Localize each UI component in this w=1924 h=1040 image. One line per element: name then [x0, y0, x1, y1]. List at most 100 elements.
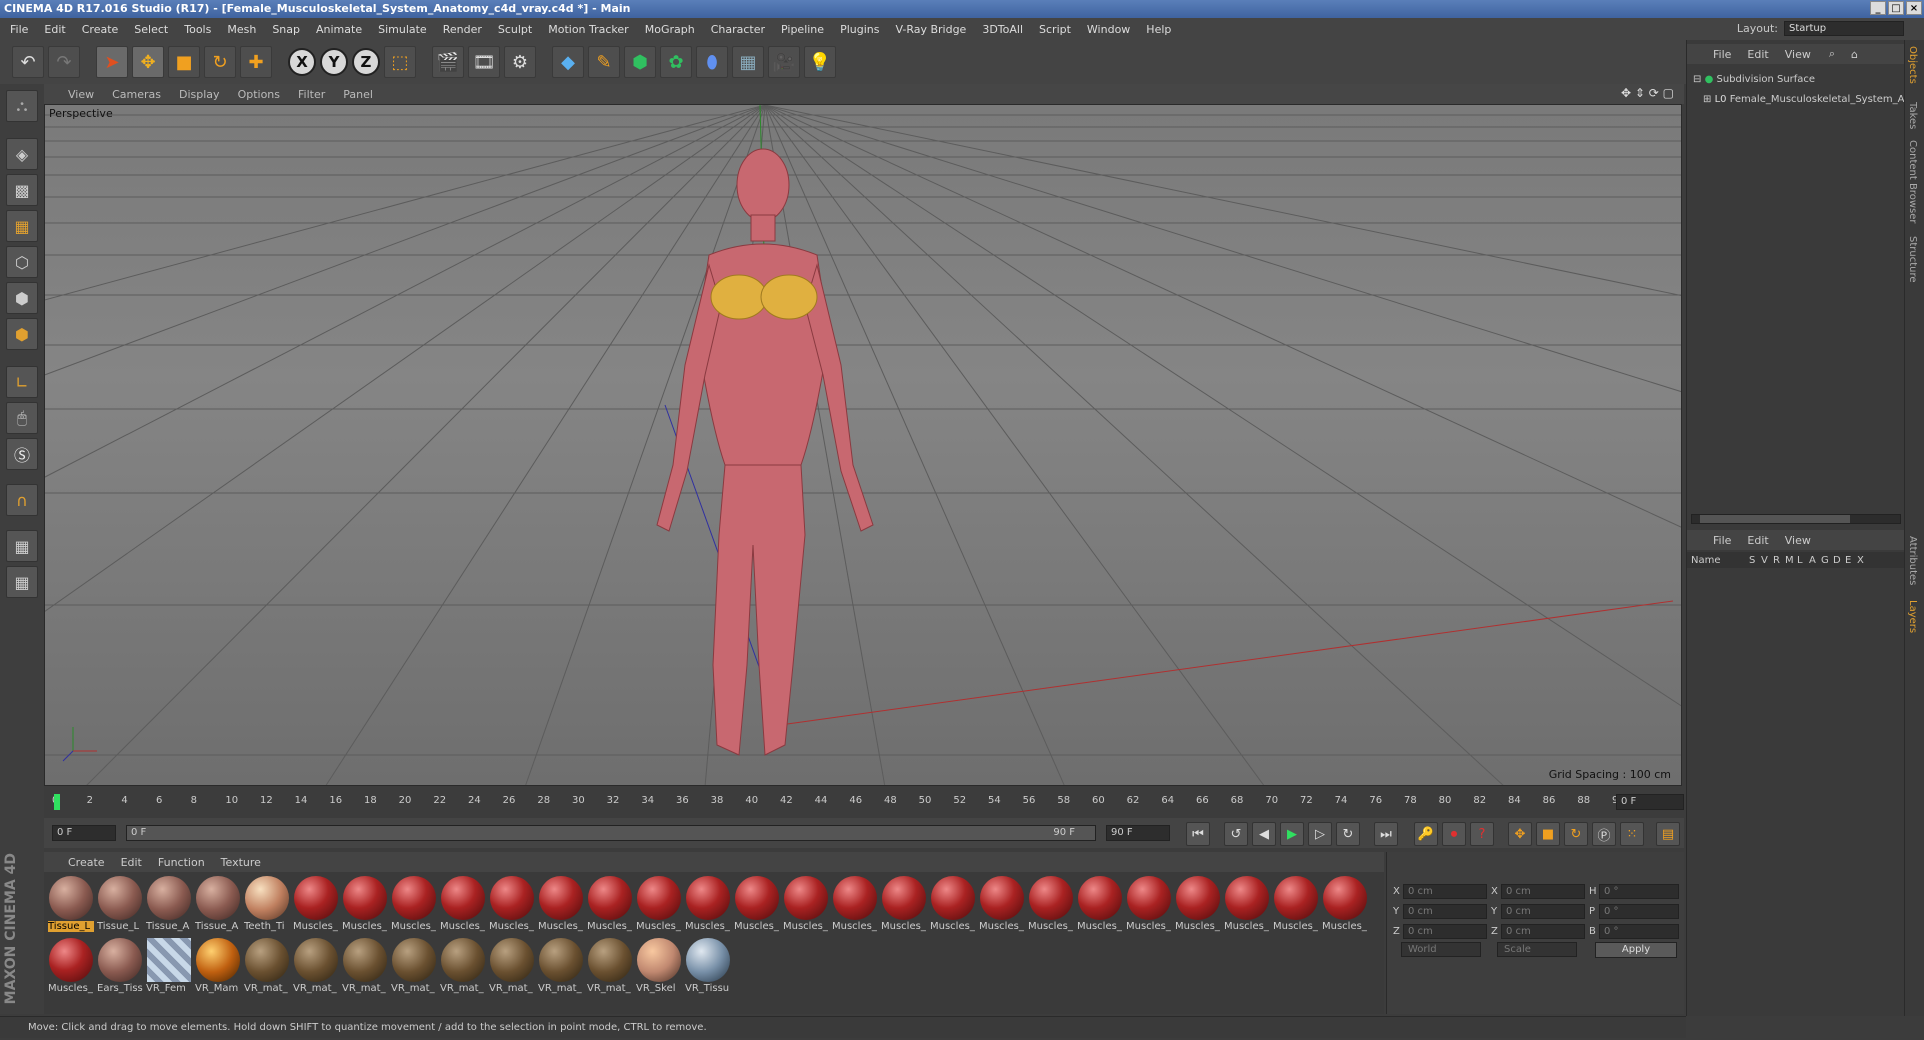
- pos-z-field[interactable]: 0 cm: [1403, 924, 1487, 939]
- light-button[interactable]: 💡: [804, 46, 836, 78]
- polygons-mode-button[interactable]: ⬢: [6, 318, 38, 350]
- viewport-menu-options[interactable]: Options: [238, 88, 280, 101]
- material-thumbnail[interactable]: Muscles_: [342, 876, 388, 934]
- viewport-nav-icons[interactable]: ✥ ⇕ ⟳ ▢: [1621, 86, 1674, 100]
- texture-mode-button[interactable]: ▩: [6, 174, 38, 206]
- objects-search-icon[interactable]: ⌕: [1829, 47, 1835, 61]
- layer-flag-x[interactable]: X: [1857, 555, 1869, 566]
- material-thumbnail[interactable]: Muscles_: [1224, 876, 1270, 934]
- menu-edit[interactable]: Edit: [44, 23, 65, 36]
- timeline-playhead[interactable]: [54, 794, 60, 810]
- timeline-window-button[interactable]: ▤: [1656, 822, 1680, 846]
- live-selection-button[interactable]: ➤: [96, 46, 128, 78]
- record-position-button[interactable]: ✥: [1508, 822, 1532, 846]
- workplane-sync-button[interactable]: ▦: [6, 566, 38, 598]
- material-menu-edit[interactable]: Edit: [121, 856, 142, 869]
- menu-plugins[interactable]: Plugins: [840, 23, 879, 36]
- size-y-field[interactable]: 0 cm: [1501, 904, 1585, 919]
- coordinate-system-button[interactable]: ⬚: [384, 46, 416, 78]
- object-manager-scrollbar[interactable]: [1691, 514, 1901, 524]
- menu-mograph[interactable]: MoGraph: [645, 23, 695, 36]
- layer-flag-m[interactable]: M: [1785, 555, 1797, 566]
- material-thumbnail[interactable]: Muscles_: [1077, 876, 1123, 934]
- record-scale-button[interactable]: ■: [1536, 822, 1560, 846]
- tweak-mode-button[interactable]: 🖱: [6, 402, 38, 434]
- keyframe-selection-button[interactable]: ?: [1470, 822, 1494, 846]
- expand-icon[interactable]: ⊞: [1703, 94, 1711, 105]
- model-mode-button[interactable]: ◈: [6, 138, 38, 170]
- points-mode-button[interactable]: ⬡: [6, 246, 38, 278]
- material-thumbnail[interactable]: VR_mat_: [244, 938, 290, 996]
- render-picture-viewer-button[interactable]: 🎞: [468, 46, 500, 78]
- material-thumbnail[interactable]: Muscles_: [734, 876, 780, 934]
- workplane-lock-button[interactable]: ▦: [6, 530, 38, 562]
- material-thumbnail[interactable]: VR_mat_: [538, 938, 584, 996]
- record-rotation-button[interactable]: ↻: [1564, 822, 1588, 846]
- material-thumbnail[interactable]: Muscles_: [587, 876, 633, 934]
- material-thumbnail[interactable]: Muscles_: [979, 876, 1025, 934]
- layer-flag-v[interactable]: V: [1761, 555, 1773, 566]
- material-thumbnail[interactable]: Teeth_Ti: [244, 876, 290, 934]
- play-button[interactable]: ▶: [1280, 822, 1304, 846]
- objects-home-icon[interactable]: ⌂: [1851, 48, 1858, 61]
- material-thumbnail[interactable]: Muscles_: [391, 876, 437, 934]
- max-frame-field[interactable]: 90 F: [1106, 825, 1170, 841]
- axis-mode-button[interactable]: ∟: [6, 366, 38, 398]
- record-parameter-button[interactable]: Ⓟ: [1592, 822, 1616, 846]
- rot-p-field[interactable]: 0 °: [1599, 904, 1679, 919]
- layer-flag-e[interactable]: E: [1845, 555, 1857, 566]
- x-axis-button[interactable]: X: [288, 48, 316, 76]
- rotate-tool-button[interactable]: ↻: [204, 46, 236, 78]
- record-keys-button[interactable]: 🔑: [1414, 822, 1438, 846]
- render-settings-button[interactable]: ⚙: [504, 46, 536, 78]
- expand-icon[interactable]: ⊟: [1693, 74, 1701, 85]
- size-mode-select[interactable]: Scale: [1497, 942, 1577, 957]
- go-to-next-key-button[interactable]: ↻: [1336, 822, 1360, 846]
- array-button[interactable]: ✿: [660, 46, 692, 78]
- tab-takes[interactable]: Takes: [1907, 102, 1918, 129]
- viewport-menu-view[interactable]: View: [68, 88, 94, 101]
- material-thumbnail[interactable]: VR_mat_: [293, 938, 339, 996]
- timeline-ruler[interactable]: 0246810121416182022242628303234363840424…: [44, 792, 1684, 812]
- material-thumbnail[interactable]: Muscles_: [293, 876, 339, 934]
- material-thumbnail[interactable]: VR_mat_: [489, 938, 535, 996]
- material-thumbnail[interactable]: VR_Mam: [195, 938, 241, 996]
- material-thumbnail[interactable]: Muscles_: [1126, 876, 1172, 934]
- undo-button[interactable]: ↶: [12, 46, 44, 78]
- recent-tool-button[interactable]: ✚: [240, 46, 272, 78]
- menu-3dtoall[interactable]: 3DToAll: [982, 23, 1023, 36]
- material-thumbnail[interactable]: Muscles_: [1273, 876, 1319, 934]
- tab-layers[interactable]: Layers: [1907, 600, 1918, 633]
- layer-flag-g[interactable]: G: [1821, 555, 1833, 566]
- layer-flag-a[interactable]: A: [1809, 555, 1821, 566]
- material-thumbnail[interactable]: Muscles_: [440, 876, 486, 934]
- material-thumbnail[interactable]: Muscles_: [685, 876, 731, 934]
- coordinate-mode-select[interactable]: World: [1401, 942, 1481, 957]
- material-menu-texture[interactable]: Texture: [221, 856, 261, 869]
- material-thumbnail[interactable]: Muscles_: [489, 876, 535, 934]
- tab-objects[interactable]: Objects: [1907, 46, 1918, 84]
- rot-h-field[interactable]: 0 °: [1599, 884, 1679, 899]
- menu-snap[interactable]: Snap: [272, 23, 300, 36]
- material-thumbnail[interactable]: Tissue_A: [195, 876, 241, 934]
- objects-menu-file[interactable]: File: [1713, 48, 1731, 61]
- material-thumbnail[interactable]: VR_mat_: [440, 938, 486, 996]
- 3d-viewport[interactable]: Perspective Grid Spacing : 100 cm: [44, 104, 1682, 786]
- menu-window[interactable]: Window: [1087, 23, 1130, 36]
- material-thumbnail[interactable]: Tissue_L: [48, 876, 94, 934]
- scale-tool-button[interactable]: ■: [168, 46, 200, 78]
- floor-button[interactable]: ▦: [732, 46, 764, 78]
- cube-button[interactable]: ◆: [552, 46, 584, 78]
- material-thumbnail[interactable]: Muscles_: [832, 876, 878, 934]
- size-z-field[interactable]: 0 cm: [1501, 924, 1585, 939]
- material-thumbnail[interactable]: Muscles_: [636, 876, 682, 934]
- menu-simulate[interactable]: Simulate: [378, 23, 427, 36]
- edges-mode-button[interactable]: ⬢: [6, 282, 38, 314]
- pos-x-field[interactable]: 0 cm: [1403, 884, 1487, 899]
- previous-frame-button[interactable]: ◀: [1252, 822, 1276, 846]
- tab-structure[interactable]: Structure: [1907, 236, 1918, 283]
- layer-flag-l[interactable]: L: [1797, 555, 1809, 566]
- menu-tools[interactable]: Tools: [184, 23, 211, 36]
- redo-button[interactable]: ↷: [48, 46, 80, 78]
- menu-animate[interactable]: Animate: [316, 23, 362, 36]
